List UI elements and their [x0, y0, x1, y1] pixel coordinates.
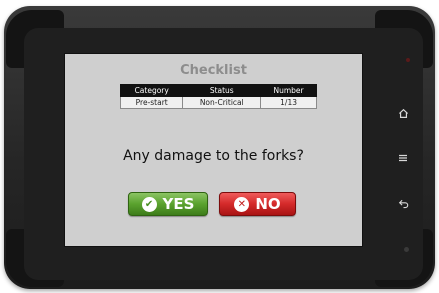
- table-header-row: Category Status Number: [119, 84, 317, 97]
- category-cell: Pre-start: [119, 96, 184, 109]
- no-button[interactable]: ✕ NO: [219, 192, 296, 216]
- tablet-screen: Checklist Category Status Number Pre-sta…: [64, 53, 363, 247]
- checklist-question: Any damage to the forks?: [123, 148, 304, 164]
- light-sensor: [404, 247, 409, 252]
- yes-button-label: YES: [162, 195, 195, 213]
- column-header-number: Number: [260, 84, 317, 97]
- page-title: Checklist: [180, 63, 247, 78]
- status-led: [406, 58, 410, 62]
- status-cell: Non-Critical: [182, 96, 262, 109]
- check-circle-icon: ✔: [141, 196, 157, 212]
- checklist-info-table: Category Status Number Pre-start Non-Cri…: [119, 84, 317, 109]
- column-header-status: Status: [182, 84, 262, 97]
- yes-button[interactable]: ✔ YES: [128, 192, 208, 216]
- column-header-category: Category: [119, 84, 184, 97]
- no-button-label: NO: [255, 195, 281, 213]
- x-circle-icon: ✕: [234, 196, 250, 212]
- table-row: Pre-start Non-Critical 1/13: [119, 96, 317, 109]
- back-icon[interactable]: [395, 195, 411, 211]
- menu-icon[interactable]: [395, 150, 411, 166]
- number-cell: 1/13: [260, 96, 317, 109]
- home-icon[interactable]: [395, 105, 411, 121]
